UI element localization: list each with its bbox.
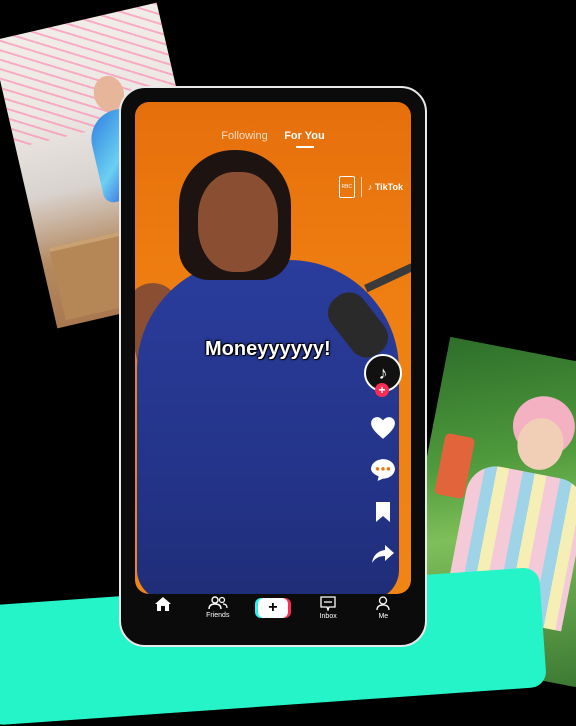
active-tab-indicator xyxy=(296,146,314,148)
phone-frame: RBC ♪ TikTok Following For You Moneyyyyy… xyxy=(119,86,427,647)
friends-icon xyxy=(208,596,228,610)
logo-separator xyxy=(360,177,362,197)
profile-icon xyxy=(376,596,390,611)
bottom-navigation: Friends + Inbox Me xyxy=(135,596,411,636)
feed-tabs: Following For You xyxy=(135,126,411,144)
nav-me-label: Me xyxy=(378,613,389,620)
share-arrow-icon xyxy=(372,545,394,563)
heart-icon xyxy=(371,417,395,439)
tiktok-note-icon: ♪ xyxy=(378,362,388,383)
home-icon xyxy=(154,597,171,611)
comment-button[interactable] xyxy=(369,458,397,482)
tiktok-wordmark-text: TikTok xyxy=(374,182,403,192)
comment-icon xyxy=(371,459,395,481)
like-button[interactable] xyxy=(369,416,397,440)
nav-friends[interactable]: Friends xyxy=(195,596,241,619)
inbox-icon xyxy=(320,596,336,611)
mic-arm xyxy=(364,259,411,293)
creator-avatar[interactable]: ♪ + xyxy=(364,354,402,397)
nav-home[interactable] xyxy=(140,596,186,614)
create-plus-icon[interactable]: + xyxy=(257,598,288,618)
nav-me[interactable]: Me xyxy=(360,596,406,620)
bookmark-button[interactable] xyxy=(369,500,397,524)
action-rail: ♪ + xyxy=(363,354,403,566)
follow-plus-icon[interactable]: + xyxy=(375,383,389,397)
sponsor-logos: RBC ♪ TikTok xyxy=(338,176,403,198)
video-player[interactable]: RBC ♪ TikTok Following For You Moneyyyyy… xyxy=(135,102,411,594)
nav-friends-label: Friends xyxy=(206,612,230,619)
bookmark-icon xyxy=(376,502,390,522)
share-button[interactable] xyxy=(369,542,397,566)
tiktok-wordmark: ♪ TikTok xyxy=(367,182,403,192)
nav-inbox-label: Inbox xyxy=(319,613,337,620)
speaker-face xyxy=(198,172,278,272)
nav-create[interactable]: + xyxy=(250,596,296,618)
nav-inbox[interactable]: Inbox xyxy=(305,596,351,620)
video-caption: Moneyyyyyy! xyxy=(205,338,331,360)
tab-following[interactable]: Following xyxy=(221,130,267,142)
tab-for-you[interactable]: For You xyxy=(284,130,325,142)
rbc-logo: RBC xyxy=(338,176,355,198)
